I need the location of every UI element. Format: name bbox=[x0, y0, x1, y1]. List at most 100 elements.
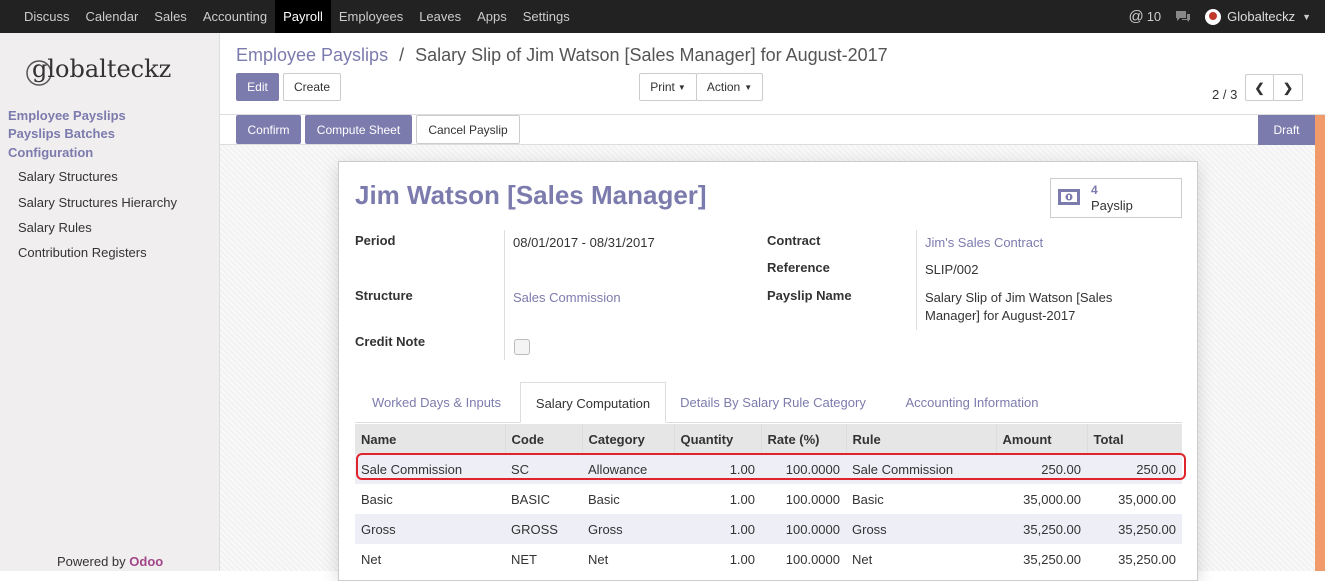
menu-calendar[interactable]: Calendar bbox=[78, 0, 147, 33]
cell-code: SC bbox=[505, 454, 582, 484]
cell-category: Net bbox=[588, 551, 609, 567]
contract-label: Contract bbox=[767, 233, 821, 248]
salary-computation-table: Name Code Category Quantity Rate (%) Rul… bbox=[355, 424, 1182, 574]
form-sheet: Jim Watson [Sales Manager] 4 Payslip Per… bbox=[338, 161, 1198, 581]
pager-previous-button[interactable]: ❮ bbox=[1245, 74, 1274, 101]
chevron-right-icon: ❯ bbox=[1282, 80, 1294, 95]
cell-rule: Gross bbox=[846, 514, 996, 544]
sidebar-configuration: Configuration bbox=[8, 145, 94, 160]
table-row[interactable]: Gross GROSS Gross 1.00 100.0000 Gross 35… bbox=[355, 514, 1182, 544]
action-dropdown[interactable]: Action ▼ bbox=[696, 73, 763, 101]
cell-rate: 100.0000 bbox=[785, 491, 840, 507]
chat-icon[interactable] bbox=[1175, 10, 1191, 23]
sidebar-salary-rules[interactable]: Salary Rules bbox=[18, 220, 92, 235]
status-draft[interactable]: Draft bbox=[1258, 115, 1315, 145]
sidebar-salary-structures-hierarchy[interactable]: Salary Structures Hierarchy bbox=[18, 195, 177, 210]
app-menu: Discuss Calendar Sales Accounting Payrol… bbox=[16, 0, 578, 33]
table-header-row: Name Code Category Quantity Rate (%) Rul… bbox=[355, 424, 1182, 454]
menu-payroll[interactable]: Payroll bbox=[275, 0, 331, 33]
col-rule[interactable]: Rule bbox=[846, 424, 997, 454]
edit-button[interactable]: Edit bbox=[236, 73, 279, 101]
cell-name: Sale Commission bbox=[355, 454, 505, 484]
user-menu[interactable]: Globalteckz ▼ bbox=[1205, 8, 1311, 25]
structure-label: Structure bbox=[355, 288, 413, 303]
col-total[interactable]: Total bbox=[1087, 424, 1182, 454]
chevron-left-icon: ❮ bbox=[1254, 80, 1265, 95]
tab-accounting-information[interactable]: Accounting Information bbox=[878, 382, 1066, 423]
cancel-payslip-button[interactable]: Cancel Payslip bbox=[416, 115, 520, 144]
scrollbar[interactable] bbox=[1315, 115, 1325, 571]
compute-sheet-button[interactable]: Compute Sheet bbox=[305, 115, 412, 144]
cell-total: 35,000.00 bbox=[1118, 491, 1176, 507]
period-label: Period bbox=[355, 233, 396, 248]
confirm-button[interactable]: Confirm bbox=[236, 115, 301, 144]
payslip-name-label: Payslip Name bbox=[767, 288, 852, 303]
table-row[interactable]: Basic BASIC Basic 1.00 100.0000 Basic 35… bbox=[355, 484, 1182, 514]
payslip-name-line1: Salary Slip of Jim Watson [Sales bbox=[925, 290, 1113, 305]
menu-sales[interactable]: Sales bbox=[146, 0, 195, 33]
sidebar-employee-payslips[interactable]: Employee Payslips bbox=[8, 108, 126, 123]
cell-total: 35,250.00 bbox=[1118, 551, 1176, 567]
money-icon bbox=[1058, 189, 1080, 205]
col-quantity[interactable]: Quantity bbox=[674, 424, 762, 454]
col-name[interactable]: Name bbox=[355, 424, 506, 454]
cell-total: 250.00 bbox=[1087, 454, 1182, 484]
table-row[interactable]: Sale Commission SC Allowance 1.00 100.00… bbox=[355, 454, 1182, 484]
period-value: 08/01/2017 - 08/31/2017 bbox=[513, 235, 655, 250]
menu-accounting[interactable]: Accounting bbox=[195, 0, 275, 33]
sidebar-salary-structures[interactable]: Salary Structures bbox=[18, 169, 118, 184]
cell-name: Basic bbox=[361, 491, 393, 507]
odoo-link[interactable]: Odoo bbox=[129, 554, 163, 569]
cell-quantity: 1.00 bbox=[674, 514, 761, 544]
pager-next-button[interactable]: ❯ bbox=[1273, 74, 1303, 101]
breadcrumb-parent[interactable]: Employee Payslips bbox=[236, 45, 388, 65]
cell-amount: 35,250.00 bbox=[1023, 551, 1081, 567]
control-panel: Employee Payslips / Salary Slip of Jim W… bbox=[220, 33, 1325, 115]
create-button[interactable]: Create bbox=[283, 73, 341, 101]
cell-rule: Basic bbox=[852, 491, 884, 507]
breadcrumb-current: Salary Slip of Jim Watson [Sales Manager… bbox=[415, 45, 888, 65]
payslip-name-line2: Manager] for August-2017 bbox=[925, 308, 1076, 323]
cell-code: GROSS bbox=[505, 514, 582, 544]
powered-by: Powered by Odoo bbox=[57, 554, 163, 569]
menu-discuss[interactable]: Discuss bbox=[16, 0, 78, 33]
tab-salary-computation[interactable]: Salary Computation bbox=[520, 382, 666, 423]
credit-note-checkbox[interactable] bbox=[514, 339, 530, 355]
cell-quantity: 1.00 bbox=[729, 551, 755, 567]
avatar bbox=[1205, 8, 1222, 25]
divider bbox=[504, 230, 505, 360]
breadcrumb-separator: / bbox=[399, 45, 405, 65]
col-code[interactable]: Code bbox=[505, 424, 583, 454]
cell-category: Basic bbox=[588, 491, 620, 507]
sidebar-payslips-batches[interactable]: Payslips Batches bbox=[8, 126, 115, 141]
cell-rule: Sale Commission bbox=[846, 454, 996, 484]
action-label: Action bbox=[706, 80, 741, 94]
notification-count: 10 bbox=[1146, 9, 1162, 24]
notifications[interactable]: @ 10 bbox=[1128, 8, 1161, 25]
structure-link[interactable]: Sales Commission bbox=[513, 290, 621, 305]
breadcrumb: Employee Payslips / Salary Slip of Jim W… bbox=[236, 45, 888, 66]
tab-details-by-salary-rule-category[interactable]: Details By Salary Rule Category bbox=[668, 382, 878, 423]
tab-worked-days-inputs[interactable]: Worked Days & Inputs bbox=[355, 382, 518, 423]
cell-category: Allowance bbox=[582, 454, 674, 484]
divider bbox=[916, 230, 917, 330]
cell-name: Net bbox=[361, 551, 382, 567]
menu-leaves[interactable]: Leaves bbox=[411, 0, 469, 33]
print-dropdown[interactable]: Print ▼ bbox=[639, 73, 697, 101]
cell-category: Gross bbox=[582, 514, 674, 544]
menu-employees[interactable]: Employees bbox=[331, 0, 411, 33]
col-rate[interactable]: Rate (%) bbox=[761, 424, 847, 454]
menu-settings[interactable]: Settings bbox=[515, 0, 578, 33]
sidebar-contribution-registers[interactable]: Contribution Registers bbox=[18, 245, 147, 260]
table-row[interactable]: Net NET Net 1.00 100.0000 Net 35,250.00 … bbox=[355, 544, 1182, 574]
pager-value: 2 / 3 bbox=[1212, 87, 1238, 102]
col-amount[interactable]: Amount bbox=[996, 424, 1088, 454]
top-navbar: Discuss Calendar Sales Accounting Payrol… bbox=[0, 0, 1325, 33]
payslip-label: Payslip bbox=[1091, 198, 1133, 213]
menu-apps[interactable]: Apps bbox=[469, 0, 515, 33]
col-category[interactable]: Category bbox=[582, 424, 675, 454]
contract-link[interactable]: Jim's Sales Contract bbox=[925, 235, 1043, 250]
payslip-smart-button[interactable]: 4 Payslip bbox=[1050, 178, 1182, 218]
powered-by-text: Powered by bbox=[57, 554, 126, 569]
reference-value: SLIP/002 bbox=[925, 262, 979, 277]
